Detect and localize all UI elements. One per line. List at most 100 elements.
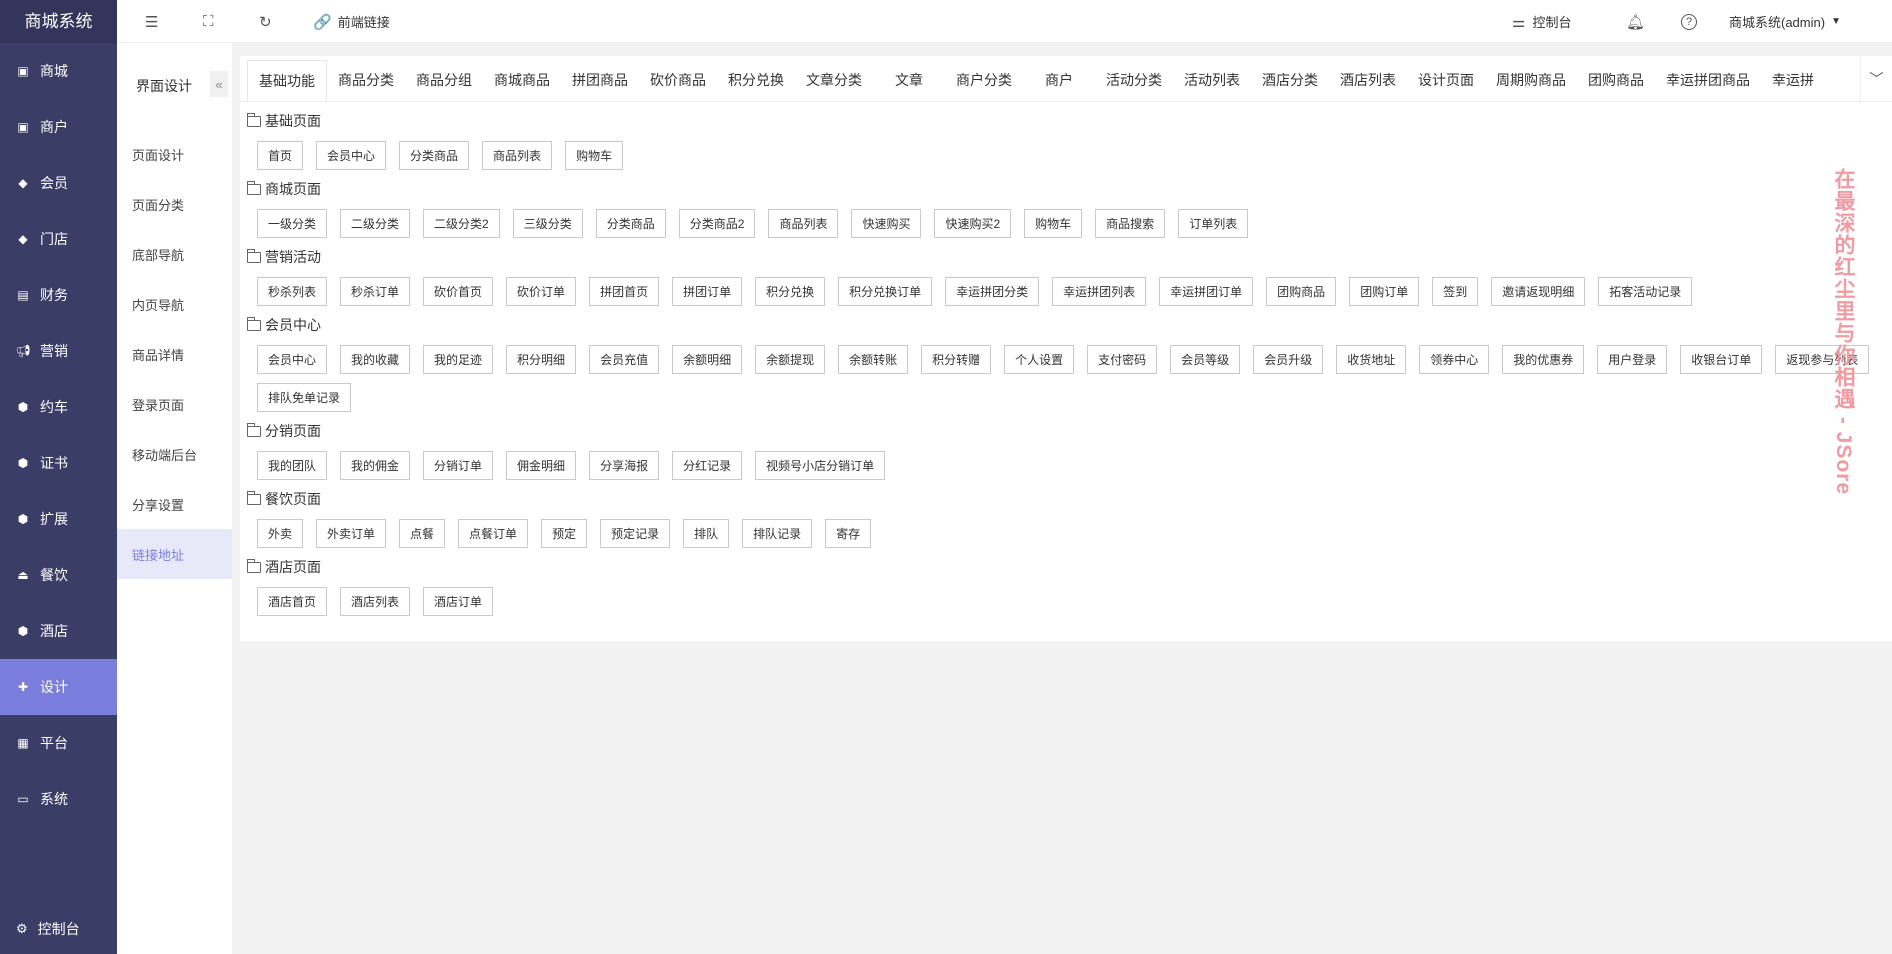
tab-item[interactable]: 周期购商品 (1485, 59, 1577, 101)
submenu-item[interactable]: 移动端后台 (117, 429, 232, 479)
link-button[interactable]: 点餐订单 (458, 519, 529, 548)
sidebar-item-9[interactable]: ⏏ 餐饮 (0, 547, 117, 603)
link-button[interactable]: 商品搜索 (1095, 209, 1166, 238)
link-button[interactable]: 团购订单 (1349, 277, 1420, 306)
menu-toggle-button[interactable]: ☰ (145, 0, 158, 43)
submenu-item[interactable]: 链接地址 (117, 529, 232, 579)
link-button[interactable]: 首页 (257, 141, 304, 170)
sidebar-item-0[interactable]: ▣ 商城 (0, 43, 117, 99)
tab-item[interactable]: 幸运拼 (1761, 59, 1825, 101)
tab-item[interactable]: 酒店分类 (1251, 59, 1329, 101)
link-button[interactable]: 会员充值 (589, 345, 660, 374)
link-button[interactable]: 外卖 (257, 519, 304, 548)
link-button[interactable]: 收货地址 (1336, 345, 1407, 374)
link-button[interactable]: 视频号小店分销订单 (755, 451, 886, 480)
submenu-item[interactable]: 内页导航 (117, 279, 232, 329)
link-button[interactable]: 会员中心 (257, 345, 328, 374)
link-button[interactable]: 点餐 (399, 519, 446, 548)
link-button[interactable]: 会员等级 (1170, 345, 1241, 374)
tab-item[interactable]: 幸运拼团商品 (1655, 59, 1761, 101)
link-button[interactable]: 寄存 (825, 519, 872, 548)
link-button[interactable]: 分类商品 (595, 209, 666, 238)
submenu-item[interactable]: 分享设置 (117, 479, 232, 529)
sidebar-item-3[interactable]: ◆ 门店 (0, 211, 117, 267)
tab-item[interactable]: 砍价商品 (639, 59, 717, 101)
link-button[interactable]: 一级分类 (257, 209, 328, 238)
tab-item[interactable]: 活动列表 (1173, 59, 1251, 101)
sidebar-item-12[interactable]: ▦ 平台 (0, 715, 117, 771)
link-button[interactable]: 分享海报 (589, 451, 660, 480)
tab-item[interactable]: 商品分组 (405, 59, 483, 101)
link-button[interactable]: 秒杀列表 (257, 277, 328, 306)
tab-item[interactable]: 设计页面 (1407, 59, 1485, 101)
help-button[interactable]: ? (1681, 0, 1697, 43)
link-button[interactable]: 幸运拼团列表 (1052, 277, 1147, 306)
link-button[interactable]: 幸运拼团分类 (945, 277, 1040, 306)
link-button[interactable]: 快速购买2 (934, 209, 1012, 238)
link-button[interactable]: 佣金明细 (506, 451, 577, 480)
link-button[interactable]: 秒杀订单 (340, 277, 411, 306)
notification-button[interactable]: 🔔︎ (1626, 0, 1645, 43)
link-button[interactable]: 拼团订单 (672, 277, 743, 306)
link-button[interactable]: 积分兑换 (755, 277, 826, 306)
link-button[interactable]: 商品列表 (482, 141, 553, 170)
tab-item[interactable]: 商城商品 (483, 59, 561, 101)
tab-item[interactable]: 拼团商品 (561, 59, 639, 101)
link-button[interactable]: 用户登录 (1597, 345, 1668, 374)
link-button[interactable]: 我的收藏 (340, 345, 411, 374)
tab-item[interactable]: 商户 (1023, 59, 1095, 101)
link-button[interactable]: 外卖订单 (316, 519, 387, 548)
tab-item[interactable]: 活动分类 (1095, 59, 1173, 101)
link-button[interactable]: 支付密码 (1087, 345, 1158, 374)
link-button[interactable]: 我的优惠券 (1502, 345, 1585, 374)
frontend-link-button[interactable]: 🔗 前端链接 (313, 0, 390, 43)
tab-item[interactable]: 商品分类 (327, 59, 405, 101)
link-button[interactable]: 排队记录 (742, 519, 813, 548)
link-button[interactable]: 积分明细 (506, 345, 577, 374)
link-button[interactable]: 拼团首页 (589, 277, 660, 306)
tab-item[interactable]: 团购商品 (1577, 59, 1655, 101)
sidebar-item-11[interactable]: ✚ 设计 (0, 659, 117, 715)
sidebar-item-1[interactable]: ▣ 商户 (0, 99, 117, 155)
link-button[interactable]: 排队 (683, 519, 730, 548)
sidebar-item-2[interactable]: ◆ 会员 (0, 155, 117, 211)
refresh-button[interactable]: ↻ (259, 0, 272, 43)
link-button[interactable]: 二级分类2 (423, 209, 500, 238)
sidebar-item-4[interactable]: ▤ 财务 (0, 267, 117, 323)
link-button[interactable]: 砍价订单 (506, 277, 577, 306)
link-button[interactable]: 我的足迹 (423, 345, 494, 374)
link-button[interactable]: 余额明细 (672, 345, 743, 374)
link-button[interactable]: 收银台订单 (1680, 345, 1763, 374)
submenu-item[interactable]: 底部导航 (117, 229, 232, 279)
link-button[interactable]: 幸运拼团订单 (1159, 277, 1254, 306)
link-button[interactable]: 酒店列表 (340, 587, 411, 616)
link-button[interactable]: 积分兑换订单 (838, 277, 933, 306)
link-button[interactable]: 分类商品2 (678, 209, 756, 238)
link-button[interactable]: 商品列表 (768, 209, 839, 238)
link-button[interactable]: 订单列表 (1178, 209, 1249, 238)
link-button[interactable]: 拓客活动记录 (1598, 277, 1693, 306)
link-button[interactable]: 积分转赠 (921, 345, 992, 374)
link-button[interactable]: 邀请返现明细 (1491, 277, 1586, 306)
sidebar-console-link[interactable]: ⚙ 控制台 (0, 904, 117, 954)
link-button[interactable]: 预定记录 (600, 519, 671, 548)
sidebar-item-8[interactable]: ⬢ 扩展 (0, 491, 117, 547)
user-menu[interactable]: 商城系统(admin) ▼ (1729, 0, 1841, 43)
tab-item[interactable]: 文章 (873, 59, 945, 101)
link-button[interactable]: 分销订单 (423, 451, 494, 480)
link-button[interactable]: 酒店首页 (257, 587, 328, 616)
link-button[interactable]: 砍价首页 (423, 277, 494, 306)
link-button[interactable]: 个人设置 (1004, 345, 1075, 374)
link-button[interactable]: 会员中心 (316, 141, 387, 170)
submenu-item[interactable]: 页面设计 (117, 129, 232, 179)
tab-item[interactable]: 商户分类 (945, 59, 1023, 101)
tab-item[interactable]: 文章分类 (795, 59, 873, 101)
link-button[interactable]: 购物车 (1024, 209, 1083, 238)
link-button[interactable]: 酒店订单 (423, 587, 494, 616)
submenu-item[interactable]: 商品详情 (117, 329, 232, 379)
sidebar-item-13[interactable]: ▭ 系统 (0, 771, 117, 827)
link-button[interactable]: 余额转账 (838, 345, 909, 374)
fullscreen-button[interactable]: ⛶ (203, 0, 214, 43)
link-button[interactable]: 会员升级 (1253, 345, 1324, 374)
console-button[interactable]: ⚌ 控制台 (1512, 0, 1571, 43)
